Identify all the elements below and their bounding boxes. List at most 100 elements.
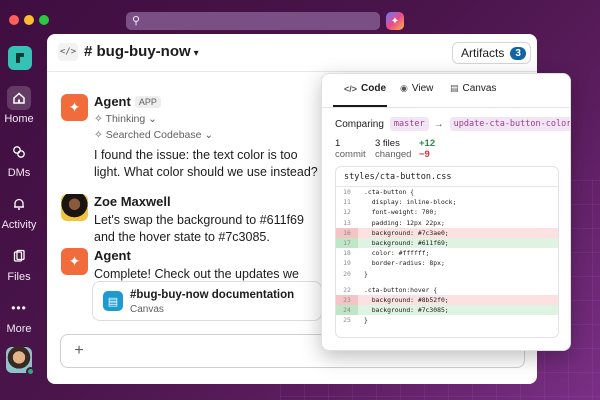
code-diff: styles/cta-button.css 10 .cta-button {11 …	[335, 166, 559, 338]
chevron-down-icon: ⌄	[148, 113, 157, 125]
line-code: .cta-button:hover {	[364, 285, 438, 294]
thinking-status[interactable]: ✧ Thinking ⌄	[94, 113, 324, 125]
artifacts-button[interactable]: Artifacts 3	[452, 42, 531, 64]
sidebar-item-files[interactable]: Files	[0, 244, 38, 283]
message-sender[interactable]: Agent	[94, 94, 131, 109]
commit-stat: 1 commit	[335, 138, 366, 160]
sidebar-item-label: Home	[4, 113, 34, 125]
line-code: .cta-button {	[364, 188, 415, 196]
channel-name: bug-buy-now	[96, 43, 191, 60]
diff-line-added: 17 background: #611f69;	[336, 237, 558, 249]
artifact-panel: </> Code ◉ View ▤ Canvas Comparing maste…	[321, 73, 571, 351]
files-label: changed	[375, 149, 412, 160]
home-icon	[7, 86, 31, 110]
line-number: 18	[343, 249, 351, 258]
line-number: 22	[343, 285, 351, 294]
channel-hash: #	[84, 43, 93, 60]
app-badge: APP	[134, 96, 161, 108]
sidebar-item-home[interactable]: Home	[0, 86, 38, 125]
diff-line-removed: 16 background: #7c3ae0;	[336, 227, 558, 238]
line-code: background: #7c3085;	[364, 306, 449, 315]
diff-line-added: 24 background: #7c3085;	[336, 305, 558, 316]
line-number: 23	[336, 294, 358, 306]
active-tab-indicator	[333, 105, 387, 107]
presence-active-icon	[26, 367, 35, 376]
line-code: background: #611f69;	[364, 238, 449, 247]
sidebar-item-label: DMs	[7, 167, 31, 179]
compare-branch[interactable]: update-cta-button-color	[449, 117, 570, 131]
line-number: 19	[343, 259, 351, 268]
canvas-icon: ▤	[103, 291, 123, 311]
artifacts-count-badge: 3	[510, 46, 526, 60]
line-code: border-radius: 8px;	[364, 259, 445, 268]
artifacts-label: Artifacts	[461, 46, 505, 60]
files-stat: 3 files changed	[375, 138, 411, 160]
code-channel-icon[interactable]: </>	[58, 43, 78, 61]
ai-assistant-button[interactable]: ✦	[386, 12, 404, 30]
diff-file-name[interactable]: styles/cta-button.css	[336, 167, 558, 187]
user-avatar[interactable]	[6, 347, 35, 376]
sidebar-item-more[interactable]: ••• More	[0, 296, 38, 335]
line-number: 10	[343, 188, 351, 196]
search-icon: ⚲	[132, 15, 141, 27]
sparkle-icon: ✦	[68, 99, 81, 115]
diff-line: 12 font-weight: 700;	[336, 207, 558, 217]
line-code: padding: 12px 22px;	[364, 218, 445, 227]
tab-canvas[interactable]: ▤ Canvas	[450, 83, 496, 94]
minimize-window-button[interactable]	[24, 15, 34, 25]
chevron-down-icon: ⌄	[204, 129, 214, 141]
sidebar-item-activity[interactable]: Activity	[0, 192, 38, 231]
zoe-avatar[interactable]	[61, 194, 88, 221]
search-input[interactable]: ⚲	[126, 12, 380, 30]
diff-line-removed: 23 background: #8b52f0;	[336, 294, 558, 306]
sidebar-item-label: Activity	[1, 219, 37, 231]
thinking-label: Thinking	[105, 113, 146, 125]
tab-view[interactable]: ◉ View	[400, 83, 433, 94]
artifact-tabs: </> Code ◉ View ▤ Canvas	[322, 74, 570, 108]
tab-label: View	[411, 83, 434, 94]
line-code: display: inline-block;	[364, 198, 457, 207]
diff-line: 11 display: inline-block;	[336, 197, 558, 207]
canvas-icon: ▤	[450, 83, 459, 93]
add-attachment-button[interactable]: +	[69, 341, 89, 361]
message-sender[interactable]: Agent	[94, 248, 131, 263]
agent-avatar[interactable]: ✦	[61, 248, 88, 275]
line-number: 25	[343, 316, 351, 325]
sidebar-item-dms[interactable]: DMs	[0, 140, 38, 179]
line-number: 11	[343, 198, 351, 207]
line-number: 17	[336, 237, 358, 249]
agent-avatar[interactable]: ✦	[61, 94, 88, 121]
searched-codebase-status[interactable]: ✧ Searched Codebase ⌄	[94, 129, 324, 141]
line-code: color: #ffffff;	[364, 249, 430, 258]
message-text: Let's swap the background to #611f69 and…	[94, 213, 304, 244]
message-text: I found the issue: the text color is too…	[94, 148, 318, 179]
channel-name-button[interactable]: # bug-buy-now ▾	[84, 43, 199, 60]
base-branch[interactable]: master	[389, 117, 429, 131]
bell-icon	[7, 192, 31, 216]
message-sender[interactable]: Zoe Maxwell	[94, 194, 171, 209]
line-code: }	[364, 316, 368, 325]
tab-label: Code	[361, 83, 387, 94]
channel-header: </> # bug-buy-now ▾ Artifacts 3	[47, 34, 537, 72]
close-window-button[interactable]	[9, 15, 19, 25]
workspace-logo-icon	[16, 53, 24, 63]
canvas-attachment[interactable]: ▤ #bug-buy-now documentation Canvas	[92, 281, 322, 321]
plus-icon: +	[74, 342, 84, 359]
commit-label: commit	[335, 149, 366, 160]
dms-icon	[7, 140, 31, 164]
sidebar-item-label: Files	[7, 271, 31, 283]
tab-code[interactable]: </> Code	[344, 83, 386, 94]
workspace-sidebar: Home DMs Activity Files ••• More	[0, 40, 45, 400]
line-number: 16	[336, 227, 358, 238]
sparkle-small-icon: ✧	[94, 129, 103, 141]
eye-icon: ◉	[400, 83, 408, 93]
line-number: 13	[343, 218, 351, 227]
tab-label: Canvas	[462, 83, 497, 94]
diff-line: 13 padding: 12px 22px;	[336, 218, 558, 228]
comparing-label: Comparing	[335, 118, 384, 130]
workspace-logo[interactable]	[8, 46, 32, 70]
sidebar-item-label: More	[6, 323, 32, 335]
commit-count: 1	[335, 138, 341, 149]
line-code: }	[364, 269, 368, 278]
maximize-window-button[interactable]	[39, 15, 49, 25]
